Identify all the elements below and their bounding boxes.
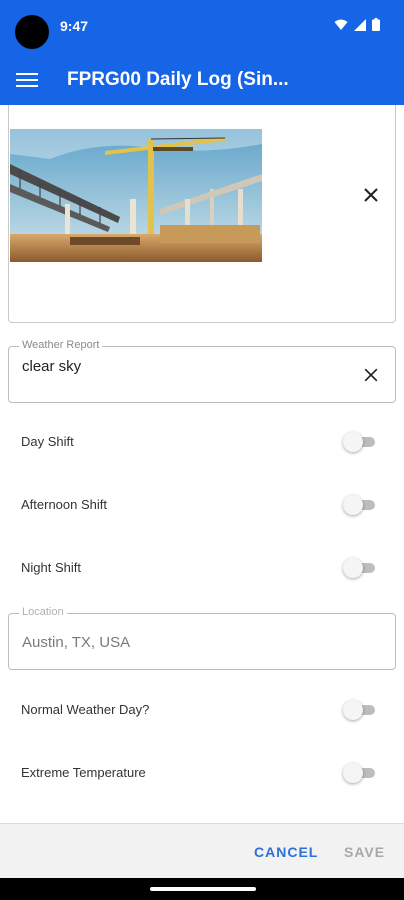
extreme-temperature-toggle[interactable]	[343, 763, 375, 783]
weather-report-value[interactable]: clear sky	[22, 358, 81, 375]
photo-image	[10, 129, 262, 262]
normal-weather-row: Normal Weather Day?	[0, 690, 404, 730]
home-handle[interactable]	[150, 887, 256, 891]
system-icons	[334, 18, 380, 31]
night-shift-row: Night Shift	[0, 548, 404, 588]
page-title: FPRG00 Daily Log (Sin...	[67, 69, 289, 90]
wifi-icon	[334, 19, 348, 30]
photo-attachment-card	[8, 105, 396, 323]
save-button[interactable]: SAVE	[344, 844, 385, 860]
weather-report-label: Weather Report	[19, 339, 103, 351]
menu-icon	[16, 73, 38, 75]
normal-weather-label: Normal Weather Day?	[21, 702, 150, 717]
construction-site-photo[interactable]	[10, 129, 262, 262]
night-shift-toggle[interactable]	[343, 558, 375, 578]
day-shift-row: Day Shift	[0, 422, 404, 462]
cancel-button[interactable]: CANCEL	[254, 844, 318, 860]
app-bar: 9:47 FPRG00 Daily Log (Sin...	[0, 0, 404, 105]
status-bar: 9:47	[0, 0, 404, 52]
afternoon-shift-row: Afternoon Shift	[0, 485, 404, 525]
action-bar: CANCEL SAVE	[0, 823, 404, 879]
day-shift-label: Day Shift	[21, 434, 74, 449]
system-navigation-bar	[0, 878, 404, 900]
location-label: Location	[19, 606, 67, 618]
location-value[interactable]: Austin, TX, USA	[22, 634, 130, 651]
remove-photo-icon[interactable]	[359, 183, 383, 207]
normal-weather-toggle[interactable]	[343, 700, 375, 720]
menu-button[interactable]	[16, 70, 38, 88]
camera-cutout	[15, 15, 49, 49]
extreme-temperature-row: Extreme Temperature	[0, 753, 404, 793]
day-shift-toggle[interactable]	[343, 432, 375, 452]
signal-icon	[354, 18, 366, 31]
status-time: 9:47	[60, 18, 89, 34]
weather-report-field[interactable]: Weather Report clear sky	[8, 339, 396, 403]
afternoon-shift-toggle[interactable]	[343, 495, 375, 515]
afternoon-shift-label: Afternoon Shift	[21, 497, 107, 512]
clear-weather-icon[interactable]	[361, 365, 381, 385]
location-field[interactable]: Location Austin, TX, USA	[8, 606, 396, 670]
battery-icon	[372, 18, 380, 31]
night-shift-label: Night Shift	[21, 560, 81, 575]
extreme-temperature-label: Extreme Temperature	[21, 765, 146, 780]
